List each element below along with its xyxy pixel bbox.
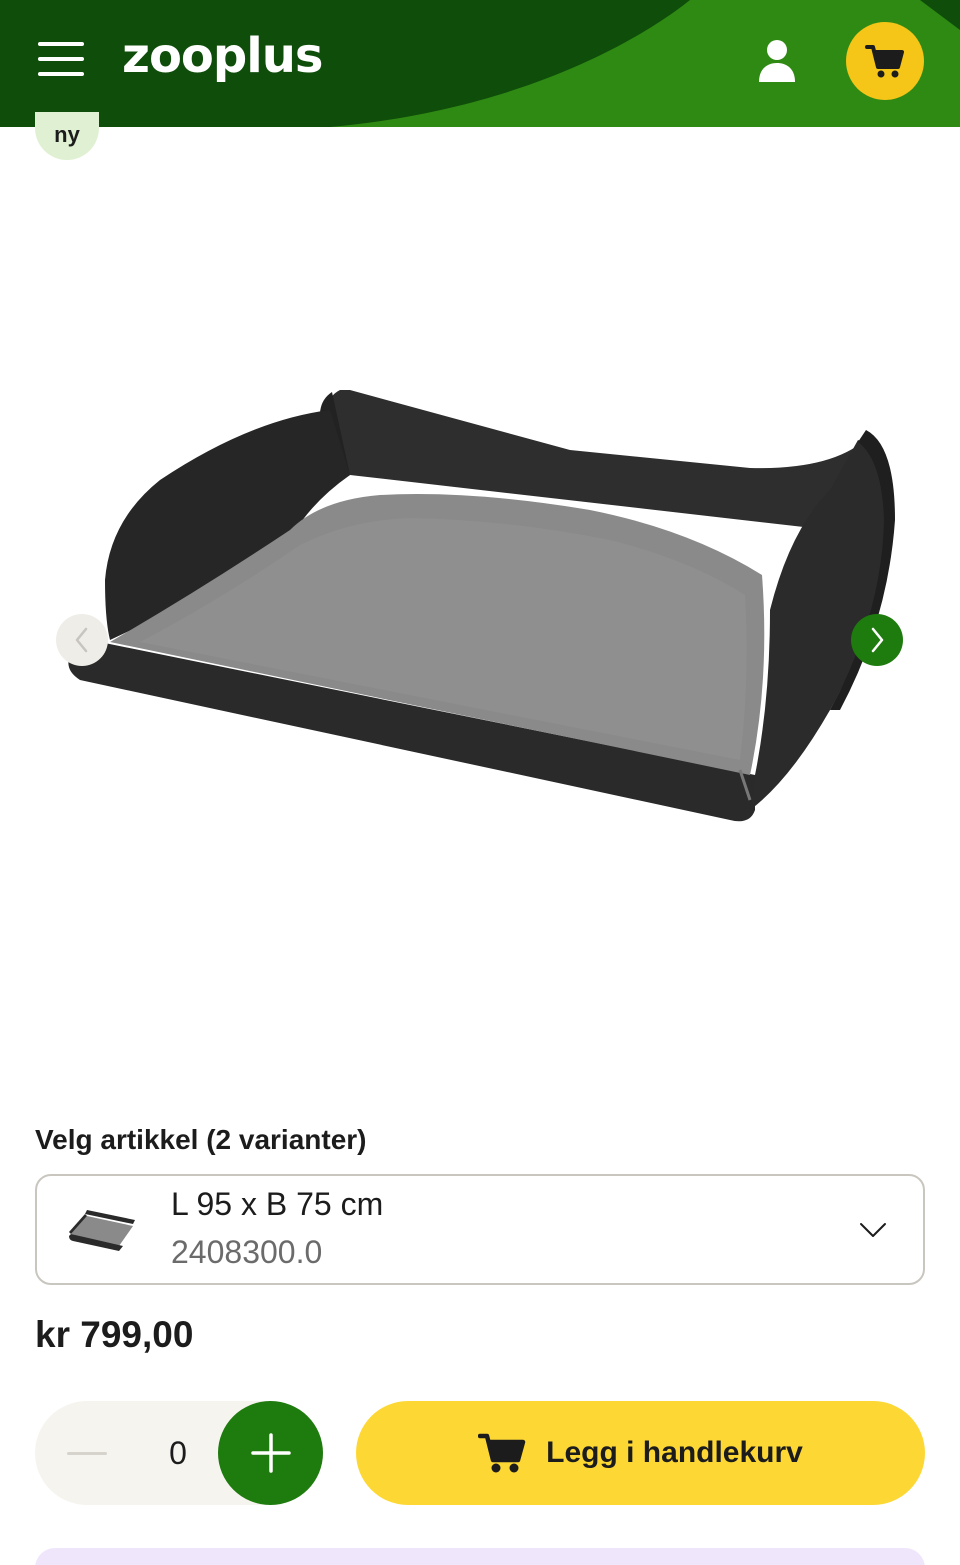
variant-dropdown[interactable]: L 95 x B 75 cm 2408300.0 (35, 1174, 925, 1285)
menu-button[interactable] (38, 42, 84, 80)
quantity-input[interactable] (153, 1431, 203, 1475)
add-to-cart-label: Legg i handlekurv (546, 1436, 803, 1469)
user-icon (759, 40, 795, 82)
plus-icon (250, 1433, 291, 1473)
shopping-cart-icon (478, 1433, 526, 1473)
shopping-cart-icon (865, 45, 904, 78)
product-image-carousel[interactable] (0, 160, 960, 1100)
zooplus-logo[interactable]: zooplus (122, 28, 323, 84)
product-image[interactable] (50, 380, 910, 880)
add-to-cart-button[interactable]: Legg i handlekurv (356, 1401, 925, 1505)
account-button[interactable] (752, 36, 802, 86)
variant-thumbnail (69, 1210, 135, 1251)
variant-code-text: 2408300.0 (171, 1234, 323, 1270)
chevron-down-icon (860, 1223, 886, 1237)
cart-button[interactable] (846, 22, 924, 100)
quantity-stepper (35, 1401, 323, 1505)
new-badge: ny (35, 112, 99, 160)
carousel-prev-button[interactable] (56, 614, 108, 666)
carousel-next-button[interactable] (851, 614, 903, 666)
next-section-peek (35, 1548, 925, 1565)
variant-size-text: L 95 x B 75 cm (171, 1186, 384, 1222)
minus-icon[interactable] (65, 1431, 109, 1475)
variant-heading: Velg artikkel (2 varianter) (35, 1124, 367, 1155)
product-price: kr 799,00 (35, 1314, 194, 1355)
quantity-plus-button[interactable] (218, 1401, 323, 1505)
chevron-right-icon (871, 627, 884, 653)
top-header: zooplus (0, 0, 960, 127)
chevron-left-icon (75, 627, 88, 653)
hamburger-menu-icon (38, 42, 84, 46)
